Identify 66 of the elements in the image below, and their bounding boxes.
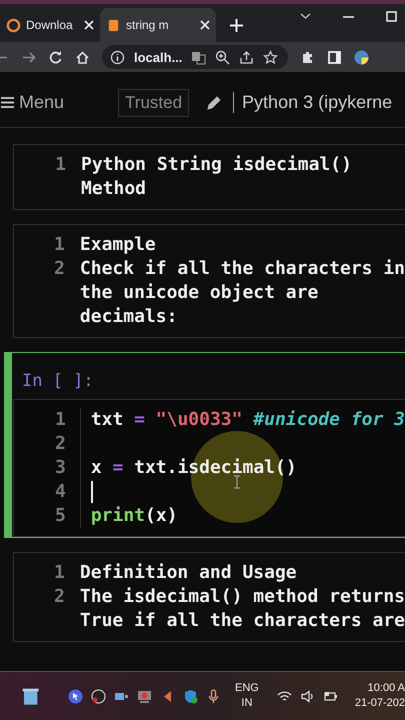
cell-text: True if all the characters are: [80, 609, 405, 633]
cell-text: Check if all the characters in: [80, 257, 405, 281]
cell-text: Python String isdecimal(): [81, 153, 352, 177]
line-number: 4: [54, 480, 66, 504]
code-token: #unicode for 3: [253, 408, 405, 432]
line-number: 3: [54, 456, 66, 480]
cell-text: Method: [81, 177, 148, 201]
code-token: (x): [145, 504, 178, 528]
profile-icon[interactable]: [354, 50, 370, 64]
cell-text: Example: [80, 233, 157, 257]
language-indicator[interactable]: ENG IN: [235, 681, 259, 711]
recycle-bin-icon[interactable]: [20, 686, 40, 706]
home-icon[interactable]: [75, 50, 90, 64]
microphone-icon[interactable]: [206, 688, 221, 704]
code-editor[interactable]: 1 2 3 4 5 txt = "\u0033" #unicode for 3 x = txt.isdecimal() print(x): [13, 399, 405, 537]
code-token: txt.isdecimal(): [134, 456, 297, 480]
address-bar[interactable]: localh...: [102, 45, 288, 69]
line-number: 1: [54, 408, 66, 432]
cell-text: the unicode object are: [80, 281, 320, 305]
clock[interactable]: 10:00 A 21-07-202: [354, 681, 405, 711]
markdown-cell[interactable]: 1 2 Definition and Usage The isdecimal() method returns True if all the characters are: [13, 552, 405, 642]
line-number: 2: [54, 432, 66, 456]
info-icon[interactable]: [110, 50, 125, 64]
volume-icon[interactable]: [300, 688, 315, 704]
code-token: txt: [90, 408, 124, 432]
ring-icon: [6, 18, 21, 32]
trusted-button[interactable]: Trusted: [118, 88, 190, 116]
code-token: print: [90, 504, 146, 528]
line-number: 1: [55, 153, 66, 177]
code-token: =: [134, 408, 145, 432]
blocked-screen-icon[interactable]: [137, 688, 152, 704]
line-number: 5: [54, 504, 66, 528]
new-tab-icon[interactable]: [230, 19, 243, 32]
maximize-icon[interactable]: [384, 9, 399, 24]
menu-icon: [0, 95, 15, 110]
share-icon[interactable]: [239, 50, 254, 64]
cell-text: decimals:: [80, 305, 178, 329]
zoom-icon[interactable]: [215, 50, 230, 64]
cell-prompt: In [ ]:: [21, 371, 95, 391]
browser-tab[interactable]: string m: [100, 8, 216, 42]
code-token: x: [90, 456, 102, 480]
star-icon[interactable]: [263, 50, 278, 64]
markdown-cell[interactable]: 1 2 Example Check if all the characters in the unicode object are decimals:: [13, 224, 405, 338]
line-number: 2: [54, 257, 65, 281]
close-icon[interactable]: [200, 20, 210, 30]
shield-icon[interactable]: [183, 688, 198, 704]
pencil-icon[interactable]: [205, 94, 224, 112]
code-token: =: [112, 456, 124, 480]
cursor-app-icon[interactable]: [68, 688, 83, 704]
line-number: 1: [54, 233, 65, 257]
markdown-cell[interactable]: 1 Python String isdecimal() Method: [13, 144, 405, 210]
browser-tab[interactable]: Downloa: [0, 8, 100, 42]
forward-icon[interactable]: [21, 50, 36, 64]
close-icon[interactable]: [84, 20, 94, 30]
recorder-icon[interactable]: [91, 688, 106, 704]
kernel-name: Python 3 (ipykerne: [233, 92, 392, 113]
cell-text: Definition and Usage: [80, 561, 298, 585]
menu-button[interactable]: Menu: [0, 92, 64, 113]
code-cell[interactable]: In [ ]: 1 2 3 4 5 txt = "\u0033" #unicode for 3 x = txt.isdecimal() print(x): [4, 352, 405, 538]
sidebar-icon[interactable]: [327, 50, 342, 64]
line-number: 2: [54, 585, 65, 609]
translate-icon[interactable]: [191, 50, 206, 64]
code-token: "\u0033": [156, 408, 242, 432]
line-number: 1: [54, 561, 65, 585]
reload-icon[interactable]: [48, 50, 63, 64]
cell-text: The isdecimal() method returns: [80, 585, 405, 609]
